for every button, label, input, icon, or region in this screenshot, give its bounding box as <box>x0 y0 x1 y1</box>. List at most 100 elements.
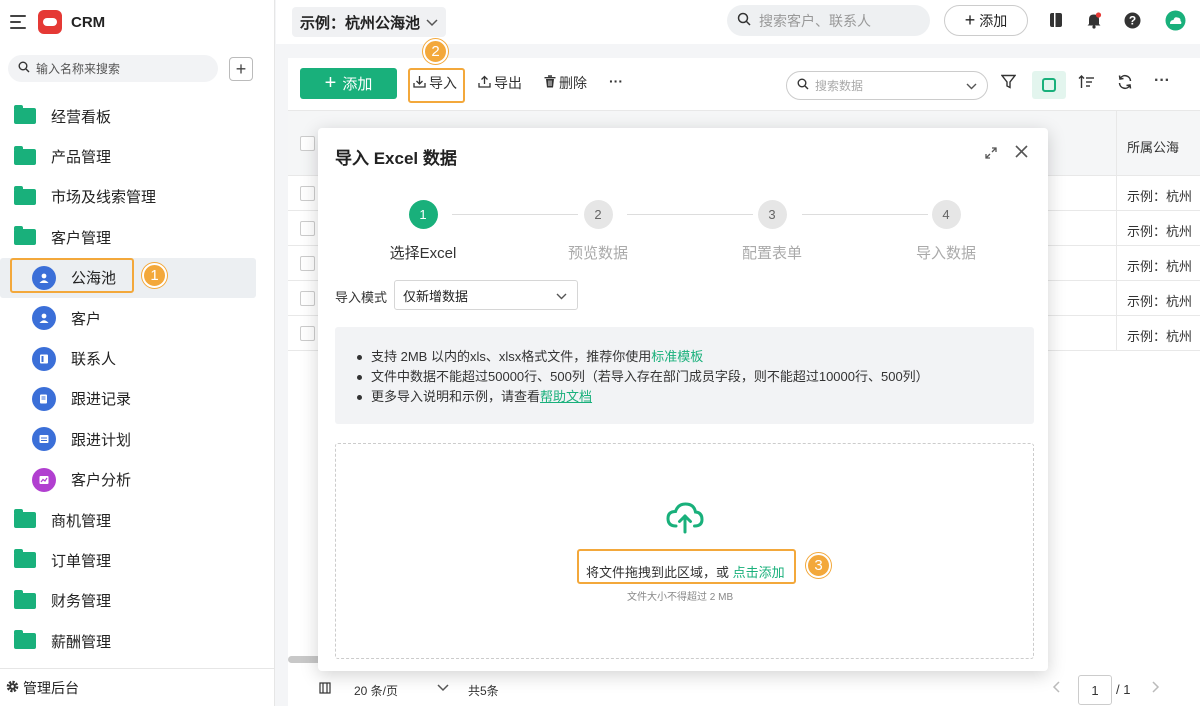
admin-console-link[interactable]: 管理后台 <box>0 668 275 706</box>
total-pages: / 1 <box>1116 682 1131 697</box>
import-instructions: 支持 2MB 以内的xls、xlsx格式文件，推荐你使用标准模板 文件中数据不能… <box>335 327 1034 424</box>
avatar[interactable] <box>1164 9 1186 31</box>
folder-icon <box>14 105 36 125</box>
more-actions-button[interactable]: ··· <box>609 73 623 89</box>
step-number: 4 <box>931 200 961 229</box>
sidebar-item-label: 薪酬管理 <box>51 633 112 651</box>
annotation-badge-3: 3 <box>806 553 831 578</box>
standard-template-link[interactable]: 标准模板 <box>651 349 703 364</box>
sidebar-item-customer[interactable]: 客户 <box>0 298 274 338</box>
folder-icon <box>14 185 36 205</box>
filter-icon[interactable] <box>1000 74 1017 94</box>
sidebar-add-button[interactable]: + <box>229 56 253 81</box>
book-icon[interactable] <box>1047 11 1065 29</box>
next-page-icon[interactable] <box>1152 681 1160 696</box>
app-name: CRM <box>71 13 106 31</box>
prev-page-icon[interactable] <box>1052 681 1060 696</box>
column-header-pool[interactable]: 所属公海 <box>1127 137 1179 156</box>
chevron-down-icon <box>426 14 438 31</box>
sidebar-item-payroll[interactable]: 薪酬管理 <box>0 621 274 661</box>
step-preview-data: 2 预览数据 <box>538 200 658 263</box>
row-checkbox[interactable] <box>300 326 315 341</box>
row-checkbox[interactable] <box>300 186 315 201</box>
folder-icon <box>14 549 36 569</box>
customer-icon <box>32 306 56 331</box>
more-options-icon[interactable]: ··· <box>1154 72 1170 90</box>
sidebar-item-dashboard[interactable]: 经营看板 <box>0 96 274 136</box>
sidebar-item-label: 跟进计划 <box>71 431 132 449</box>
delete-button[interactable]: 删除 <box>544 73 587 93</box>
column-divider <box>1116 281 1117 315</box>
close-icon[interactable] <box>1015 142 1028 162</box>
search-icon <box>18 61 30 76</box>
select-all-checkbox[interactable] <box>300 136 315 151</box>
step-select-excel: 1 选择Excel <box>363 200 483 263</box>
import-mode-select[interactable]: 仅新增数据 <box>394 280 578 310</box>
chevron-down-icon[interactable] <box>437 681 449 695</box>
instruction-text: 文件中数据不能超过50000行、500列（若导入存在部门成员字段，则不能超过10… <box>371 369 929 384</box>
row-checkbox[interactable] <box>300 221 315 236</box>
step-label: 选择Excel <box>389 245 457 262</box>
menu-icon[interactable] <box>10 15 26 29</box>
global-add-button[interactable]: + 添加 <box>944 5 1028 36</box>
admin-console-label: 管理后台 <box>23 679 79 696</box>
column-divider <box>1116 111 1117 175</box>
highlight-box-2 <box>408 68 465 103</box>
sidebar-item-contacts[interactable]: 联系人 <box>0 338 274 378</box>
global-search-input[interactable]: 搜索客户、联系人 <box>727 5 930 36</box>
bell-icon[interactable] <box>1085 11 1103 29</box>
sidebar-item-finance[interactable]: 财务管理 <box>0 581 274 621</box>
sidebar-item-orders[interactable]: 订单管理 <box>0 540 274 580</box>
table-cell: 示例：杭州 <box>1127 224 1193 239</box>
annotation-badge-2: 2 <box>423 39 448 64</box>
folder-icon <box>14 589 36 609</box>
sidebar-search-input[interactable]: 输入名称来搜索 <box>8 55 218 82</box>
sidebar-item-followup-plans[interactable]: 跟进计划 <box>0 419 274 459</box>
workspace-selector[interactable]: 示例：杭州公海池 <box>292 7 447 37</box>
view-icon <box>1042 78 1056 92</box>
help-icon[interactable]: ? <box>1123 11 1141 29</box>
current-page-input[interactable]: 1 <box>1078 675 1112 705</box>
folder-icon <box>14 145 36 165</box>
annotation-badge-1: 1 <box>142 263 167 288</box>
plan-icon <box>32 427 56 452</box>
add-record-button[interactable]: + 添加 <box>300 68 397 99</box>
record-icon <box>32 386 56 411</box>
sidebar-item-opportunities[interactable]: 商机管理 <box>0 500 274 540</box>
row-checkbox[interactable] <box>300 291 315 306</box>
import-mode-value: 仅新增数据 <box>403 288 469 304</box>
instruction-line: 更多导入说明和示例，请查看帮助文档 <box>357 387 1034 407</box>
analysis-icon <box>32 467 56 492</box>
sidebar-item-customers-group[interactable]: 客户管理 <box>0 217 274 257</box>
sort-icon[interactable] <box>1078 74 1095 94</box>
instruction-line: 支持 2MB 以内的xls、xlsx格式文件，推荐你使用标准模板 <box>357 347 1034 367</box>
export-label: 导出 <box>494 75 522 91</box>
global-add-label: 添加 <box>979 12 1008 29</box>
sidebar-item-marketing[interactable]: 市场及线索管理 <box>0 177 274 217</box>
row-checkbox[interactable] <box>300 256 315 271</box>
data-search-input[interactable]: 搜索数据 <box>786 71 988 100</box>
highlight-box-1 <box>10 258 134 293</box>
column-divider <box>1116 176 1117 210</box>
refresh-icon[interactable] <box>1117 74 1133 95</box>
sidebar-item-label: 客户管理 <box>51 229 112 247</box>
page-size-select[interactable]: 20 条/页 <box>354 682 398 699</box>
svg-text:?: ? <box>1128 13 1135 27</box>
view-toggle-button[interactable] <box>1032 71 1066 99</box>
cloud-upload-icon <box>666 502 704 537</box>
app-logo <box>38 10 62 34</box>
instruction-line: 文件中数据不能超过50000行、500列（若导入存在部门成员字段，则不能超过10… <box>357 367 1034 387</box>
sidebar-item-customer-analysis[interactable]: 客户分析 <box>0 460 274 500</box>
column-divider <box>1116 316 1117 350</box>
column-settings-icon[interactable] <box>319 682 331 697</box>
step-label: 导入数据 <box>915 245 976 262</box>
help-doc-link[interactable]: 帮助文档 <box>540 389 592 404</box>
expand-icon[interactable] <box>985 147 997 162</box>
sidebar-item-followup-records[interactable]: 跟进记录 <box>0 379 274 419</box>
sidebar-item-products[interactable]: 产品管理 <box>0 136 274 176</box>
export-icon <box>478 75 491 91</box>
workspace-name: 示例：杭州公海池 <box>300 14 421 32</box>
plus-icon: + <box>964 10 976 30</box>
export-button[interactable]: 导出 <box>478 73 522 93</box>
delete-label: 删除 <box>559 75 587 91</box>
